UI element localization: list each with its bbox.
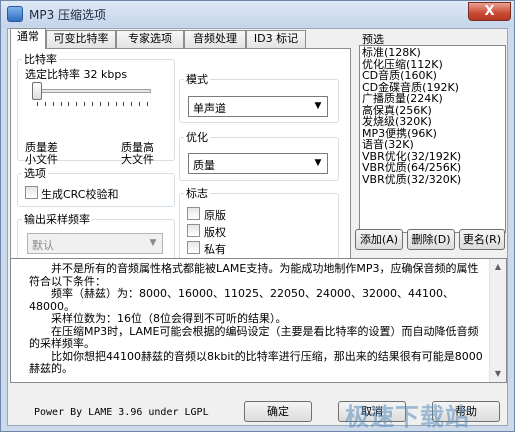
scroll-up-icon[interactable]: ▲ bbox=[490, 259, 506, 275]
add-preset-button[interactable]: 添加(A) bbox=[355, 229, 403, 250]
preset-item[interactable]: 语音(32K) bbox=[362, 139, 503, 151]
bitrate-slider-track[interactable] bbox=[33, 89, 151, 93]
info-paragraph: 采样位数为：16位（8位会得到不可听的结果）。 bbox=[51, 312, 287, 325]
app-icon bbox=[7, 6, 23, 22]
original-label: 原版 bbox=[204, 209, 226, 222]
mode-select[interactable]: 单声道 ▼ bbox=[188, 96, 328, 117]
optimize-value: 质量 bbox=[193, 159, 215, 172]
info-scrollbar[interactable]: ▲ ▼ bbox=[489, 259, 506, 382]
powered-by-text: Power By LAME 3.96 under LGPL bbox=[34, 407, 209, 418]
crc-checkbox[interactable] bbox=[25, 186, 38, 199]
tab-id3[interactable]: ID3 标记 bbox=[246, 30, 306, 48]
preset-item[interactable]: VBR优质(32/320K) bbox=[362, 173, 503, 186]
close-button[interactable]: X bbox=[468, 2, 511, 21]
slider-tick bbox=[60, 102, 62, 106]
delete-preset-button[interactable]: 删除(D) bbox=[407, 229, 455, 250]
slider-tick bbox=[44, 102, 46, 106]
bitrate-slider-thumb[interactable] bbox=[32, 82, 42, 100]
mode-group-label: 模式 bbox=[186, 73, 208, 86]
slider-tick bbox=[123, 102, 125, 106]
options-group-label: 选项 bbox=[24, 167, 46, 180]
slider-tick bbox=[115, 102, 117, 106]
chevron-down-icon: ▼ bbox=[314, 101, 322, 111]
optimize-group-label: 优化 bbox=[186, 131, 208, 144]
slider-tick bbox=[84, 102, 86, 106]
scroll-down-icon[interactable]: ▼ bbox=[490, 366, 506, 382]
samplerate-value: 默认 bbox=[32, 239, 54, 252]
selected-bitrate-label: 选定比特率 32 kbps bbox=[25, 68, 128, 81]
slider-tick bbox=[37, 102, 38, 106]
flags-group-label: 标志 bbox=[186, 187, 208, 200]
bitrate-group-label: 比特率 bbox=[24, 53, 57, 66]
copyright-checkbox[interactable] bbox=[187, 224, 200, 237]
tab-expert[interactable]: 专家选项 bbox=[116, 30, 184, 48]
watermark: 极速下载站 bbox=[345, 403, 470, 431]
slider-tick bbox=[147, 102, 148, 106]
info-text-box[interactable]: ▲ ▼ 并不是所有的音频属性格式都能被LAME支持。为能成功地制作MP3，应确保… bbox=[10, 258, 507, 383]
chevron-down-icon: ▼ bbox=[149, 238, 157, 248]
preset-item[interactable]: 广播质量(224K) bbox=[362, 93, 503, 105]
slider-tick bbox=[68, 102, 70, 106]
slider-tick bbox=[52, 102, 54, 106]
slider-tick bbox=[107, 102, 109, 106]
crc-label: 生成CRC校验和 bbox=[41, 188, 119, 201]
general-tab-page: 比特率 选定比特率 32 kbps 质量差 小文件 质量高 大文件 选项 生成C… bbox=[10, 48, 351, 274]
info-paragraph: 在压缩MP3时，LAME可能会根据的编码设定（主要是看比特率的设置）而自动降低音… bbox=[29, 324, 479, 350]
private-checkbox[interactable] bbox=[187, 241, 200, 254]
info-paragraph: 比如你想把44100赫兹的音频以8kbit的比特率进行压缩，那出来的结果很有可能… bbox=[29, 349, 483, 375]
preset-item[interactable]: VBR优质(64/256K) bbox=[362, 162, 503, 174]
preset-item[interactable]: CD音质(160K) bbox=[362, 70, 503, 82]
presets-list[interactable]: 标准(128K) 优化压缩(112K) CD音质(160K) CD金碟音质(192K)… bbox=[359, 45, 506, 233]
mp3-options-window: MP3 压缩选项 X 通常 可变比特率 专家选项 音频处理 ID3 标记 比特率… bbox=[0, 0, 515, 432]
title-bar[interactable]: MP3 压缩选项 X bbox=[1, 1, 514, 27]
slider-tick bbox=[99, 102, 101, 106]
tab-general[interactable]: 通常 bbox=[10, 28, 46, 49]
rename-preset-button[interactable]: 更名(R) bbox=[459, 229, 505, 250]
window-title: MP3 压缩选项 bbox=[29, 8, 107, 22]
optimize-select[interactable]: 质量 ▼ bbox=[188, 153, 328, 174]
info-paragraph: 频率（赫兹）为：8000、16000、11025、22050、24000、320… bbox=[29, 287, 454, 313]
chevron-down-icon: ▼ bbox=[314, 158, 322, 168]
copyright-label: 版权 bbox=[204, 226, 226, 239]
dialog-client-area: 通常 可变比特率 专家选项 音频处理 ID3 标记 比特率 选定比特率 32 k… bbox=[7, 28, 508, 431]
slider-tick bbox=[76, 102, 78, 106]
slider-tick bbox=[131, 102, 133, 106]
flags-group: 标志 bbox=[179, 185, 339, 269]
tab-audio-processing[interactable]: 音频处理 bbox=[184, 30, 246, 48]
tab-vbr[interactable]: 可变比特率 bbox=[46, 30, 116, 48]
preset-item[interactable]: 标准(128K) bbox=[362, 47, 503, 59]
original-checkbox[interactable] bbox=[187, 207, 200, 220]
private-label: 私有 bbox=[204, 243, 226, 256]
samplerate-group-label: 输出采样频率 bbox=[24, 213, 90, 226]
preset-item[interactable]: 发烧级(320K) bbox=[362, 116, 503, 128]
ok-button[interactable]: 确定 bbox=[244, 401, 312, 422]
slider-tick bbox=[139, 102, 141, 106]
info-paragraph: 并不是所有的音频属性格式都能被LAME支持。为能成功地制作MP3，应确保音频的属… bbox=[29, 262, 479, 288]
mode-value: 单声道 bbox=[193, 102, 226, 115]
slider-tick bbox=[92, 102, 93, 106]
samplerate-select[interactable]: 默认 ▼ bbox=[27, 233, 163, 254]
